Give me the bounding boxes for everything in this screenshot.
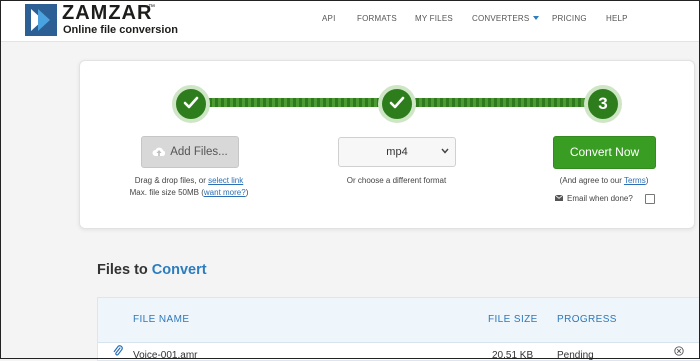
check-icon xyxy=(389,96,405,109)
site-header: ZAMZAR ™ Online file conversion API FORM… xyxy=(0,0,700,42)
logo-mark[interactable] xyxy=(25,4,57,36)
paperclip-icon xyxy=(113,345,123,356)
convert-now-button[interactable]: Convert Now xyxy=(553,136,656,169)
email-label: Email when done? xyxy=(567,194,633,203)
check-icon xyxy=(183,96,199,109)
max-size-text: Max. file size 50MB ( xyxy=(129,188,204,197)
step-2-complete xyxy=(378,85,416,123)
nav-converters[interactable]: CONVERTERS xyxy=(472,14,540,23)
file-row-size: 20.51 KB xyxy=(492,350,534,361)
terms-end: ) xyxy=(645,176,649,185)
nav-my-files[interactable]: MY FILES xyxy=(415,14,453,23)
cloud-upload-icon xyxy=(152,147,166,156)
want-more-link[interactable]: want more? xyxy=(204,188,246,197)
max-size-hint: Max. file size 50MB (want more?) xyxy=(122,188,256,197)
chevron-down-icon xyxy=(441,148,449,154)
file-row-progress: Pending xyxy=(557,350,594,361)
nav-pricing[interactable]: PRICING xyxy=(552,14,587,23)
file-row-name: Voice-001.amr xyxy=(133,350,198,361)
add-files-label: Add Files... xyxy=(170,146,228,158)
add-files-button[interactable]: Add Files... xyxy=(141,136,239,168)
brand-tagline: Online file conversion xyxy=(63,24,178,36)
column-progress: PROGRESS xyxy=(557,314,617,325)
format-select-value: mp4 xyxy=(386,146,408,158)
column-file-size: FILE SIZE xyxy=(488,314,538,325)
terms-link[interactable]: Terms xyxy=(624,176,646,185)
nav-converters-label: CONVERTERS xyxy=(472,14,530,23)
terms-prefix: (And agree to our xyxy=(559,176,622,185)
step-1-complete xyxy=(172,85,210,123)
brand-trademark: ™ xyxy=(148,4,155,11)
files-table: FILE NAME FILE SIZE PROGRESS Voice-001.a… xyxy=(97,297,700,361)
step-3-number: 3 xyxy=(584,85,622,123)
email-checkbox[interactable] xyxy=(645,194,655,204)
drag-drop-text: Drag & drop files, or xyxy=(134,176,206,185)
files-heading: Files to Convert xyxy=(97,262,207,278)
brand-name[interactable]: ZAMZAR xyxy=(62,2,152,25)
drag-drop-hint: Drag & drop files, or select link xyxy=(126,176,252,185)
select-link[interactable]: select link xyxy=(208,176,243,185)
mail-icon xyxy=(555,195,563,201)
format-select[interactable]: mp4 xyxy=(338,137,456,167)
nav-formats[interactable]: FORMATS xyxy=(357,14,397,23)
remove-file-icon[interactable] xyxy=(674,346,684,356)
progress-bar-2 xyxy=(410,98,590,107)
progress-bar-1 xyxy=(203,98,386,107)
caret-down-icon xyxy=(533,16,540,20)
max-size-end: ) xyxy=(245,188,249,197)
files-table-header: FILE NAME FILE SIZE PROGRESS xyxy=(98,298,700,343)
column-file-name: FILE NAME xyxy=(133,314,190,325)
files-heading-accent: Convert xyxy=(151,262,207,278)
nav-api[interactable]: API xyxy=(322,14,336,23)
nav-help[interactable]: HELP xyxy=(606,14,628,23)
terms-hint: (And agree to our Terms) xyxy=(549,176,659,185)
format-hint: Or choose a different format xyxy=(346,176,447,185)
files-heading-plain: Files to xyxy=(97,262,148,278)
